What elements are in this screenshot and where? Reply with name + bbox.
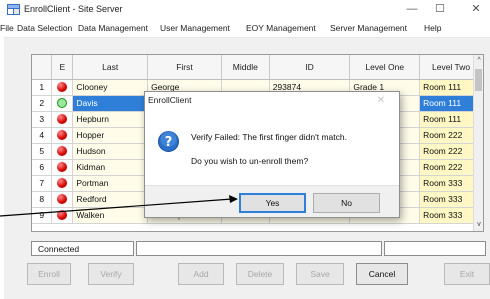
enrollment-status-cell [51, 159, 74, 176]
not-enrolled-status-icon [57, 194, 68, 205]
title-bar: EnrollClient - Site Server — ☐ ✕ [4, 0, 490, 20]
row-number-cell: 8 [32, 191, 53, 208]
dialog-question: Do you wish to un-enroll them? [191, 156, 309, 166]
grid-header-row: E Last First Middle ID Level One Level T… [32, 55, 483, 80]
enrollment-status-cell [51, 191, 74, 208]
window-title: EnrollClient - Site Server [24, 4, 123, 14]
maximize-button[interactable]: ☐ [430, 2, 450, 17]
status-info-field [384, 241, 486, 256]
delete-button[interactable]: Delete [236, 263, 284, 285]
verify-failed-dialog: EnrollClient ✕ ? Verify Failed: The firs… [144, 91, 400, 218]
column-header-level-one[interactable]: Level One [349, 55, 421, 80]
grid-vertical-scrollbar[interactable]: ^ v [473, 55, 483, 231]
row-number-cell: 4 [32, 127, 53, 144]
scrollbar-thumb[interactable] [475, 69, 482, 91]
scroll-down-icon[interactable]: v [474, 219, 483, 231]
row-number-cell: 7 [32, 175, 53, 192]
column-header-first[interactable]: First [147, 55, 222, 80]
dialog-title: EnrollClient [148, 95, 192, 105]
enroll-client-window: EnrollClient - Site Server — ☐ ✕ File Da… [0, 0, 490, 299]
enrollment-status-cell [51, 95, 74, 112]
minimize-button[interactable]: — [402, 2, 422, 17]
enrollment-status-cell [51, 111, 74, 128]
last-name-cell[interactable]: Walken [72, 207, 149, 224]
column-header-middle[interactable]: Middle [221, 55, 270, 80]
row-number-cell: 9 [32, 207, 53, 224]
scroll-up-icon[interactable]: ^ [474, 55, 483, 67]
enrollment-status-cell [51, 207, 74, 224]
row-number-cell: 2 [32, 95, 53, 112]
not-enrolled-status-icon [57, 178, 68, 189]
row-number-cell: 6 [32, 159, 53, 176]
menu-bar: File Data Selection Data Management User… [0, 20, 490, 38]
last-name-cell[interactable]: Redford [72, 191, 149, 208]
not-enrolled-status-icon [57, 162, 68, 173]
close-button[interactable]: ✕ [466, 2, 486, 17]
last-name-cell[interactable]: Hudson [72, 143, 149, 160]
verify-button[interactable]: Verify [88, 263, 134, 285]
question-icon: ? [158, 131, 179, 152]
menu-help[interactable]: Help [424, 23, 441, 33]
dialog-button-bar: Yes No [145, 185, 399, 217]
dialog-message: Verify Failed: The first finger didn't m… [191, 132, 347, 142]
enrollment-status-cell [51, 143, 74, 160]
row-number-cell: 3 [32, 111, 53, 128]
enrollment-status-cell [51, 127, 74, 144]
last-name-cell[interactable]: Kidman [72, 159, 149, 176]
enrolled-status-icon [57, 98, 68, 109]
not-enrolled-status-icon [57, 130, 68, 141]
exit-button[interactable]: Exit [444, 263, 490, 285]
row-number-cell: 5 [32, 143, 53, 160]
not-enrolled-status-icon [57, 210, 68, 221]
cancel-button[interactable]: Cancel [356, 263, 408, 285]
last-name-cell[interactable]: Hepburn [72, 111, 149, 128]
menu-server-management[interactable]: Server Management [330, 23, 407, 33]
enroll-button[interactable]: Enroll [27, 263, 71, 285]
not-enrolled-status-icon [57, 82, 68, 93]
not-enrolled-status-icon [57, 146, 68, 157]
menu-file[interactable]: File [0, 23, 14, 33]
column-header-last[interactable]: Last [72, 55, 149, 80]
last-name-cell[interactable]: Hopper [72, 127, 149, 144]
connection-status: Connected [31, 241, 134, 256]
last-name-cell[interactable]: Davis [72, 95, 149, 112]
svg-text:?: ? [165, 135, 173, 150]
menu-data-management[interactable]: Data Management [78, 23, 148, 33]
save-button[interactable]: Save [296, 263, 344, 285]
add-button[interactable]: Add [178, 263, 224, 285]
enrollment-status-cell [51, 79, 74, 96]
column-header-row-number [32, 55, 53, 80]
enrollment-status-cell [51, 175, 74, 192]
dialog-close-icon[interactable]: ✕ [377, 95, 385, 106]
column-header-enrolled[interactable]: E [51, 55, 74, 80]
row-number-cell: 1 [32, 79, 53, 96]
last-name-cell[interactable]: Clooney [72, 79, 149, 96]
app-icon [7, 4, 20, 15]
not-enrolled-status-icon [57, 114, 68, 125]
menu-eoy-management[interactable]: EOY Management [246, 23, 316, 33]
status-message-field [136, 241, 382, 256]
menu-user-management[interactable]: User Management [160, 23, 230, 33]
dialog-no-button[interactable]: No [313, 193, 380, 213]
column-header-id[interactable]: ID [269, 55, 351, 80]
dialog-yes-button[interactable]: Yes [239, 193, 306, 213]
last-name-cell[interactable]: Portman [72, 175, 149, 192]
menu-data-selection[interactable]: Data Selection [17, 23, 72, 33]
